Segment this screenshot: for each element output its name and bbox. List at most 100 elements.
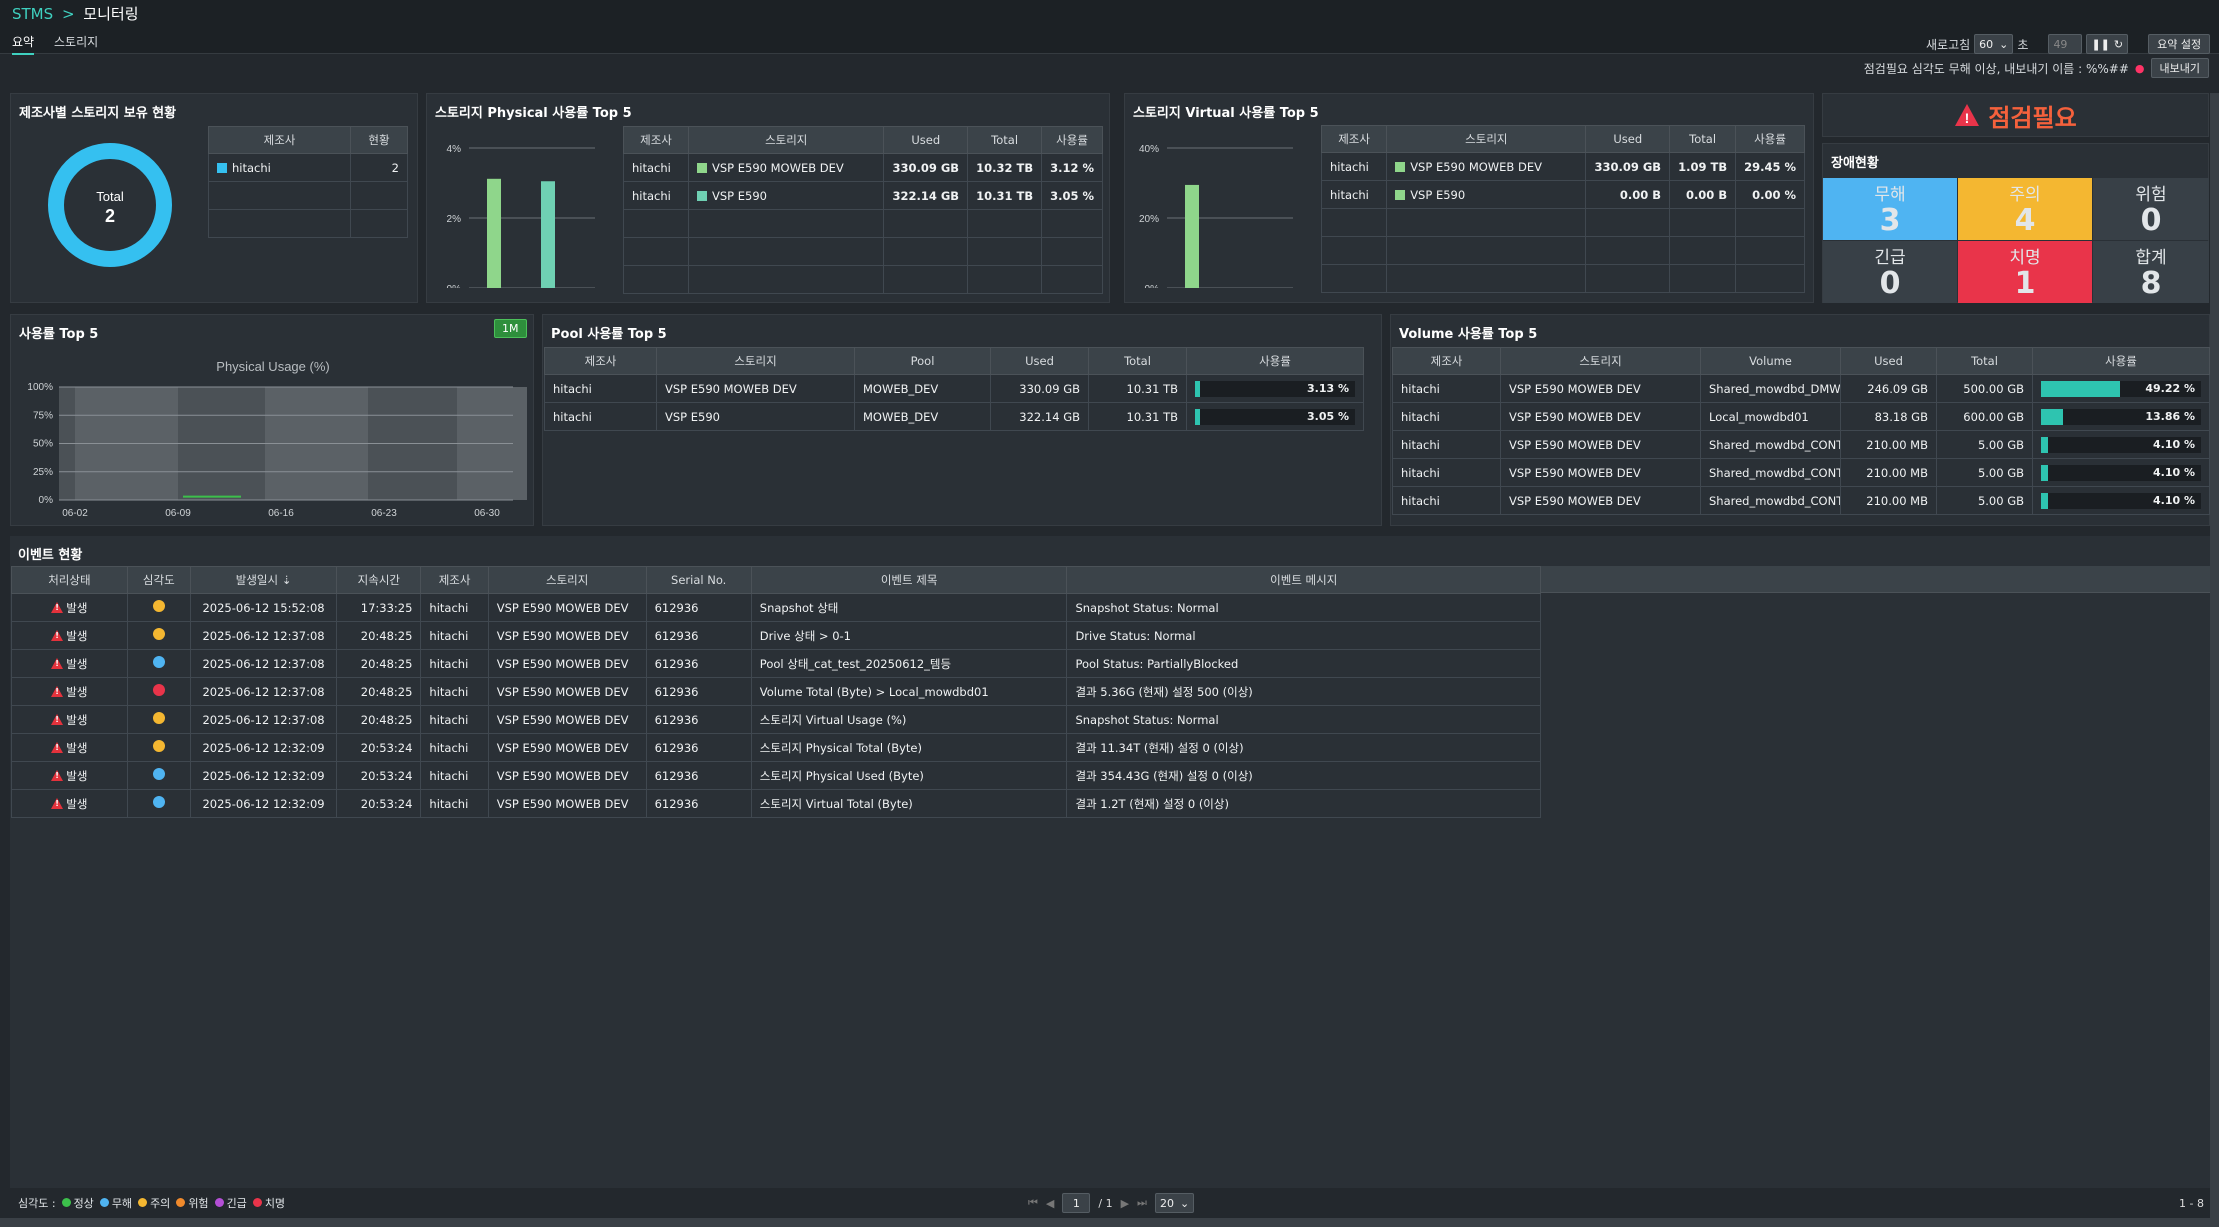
status-cell-urgent[interactable]: 긴급 0 (1823, 241, 1957, 303)
status-cell-total[interactable]: 합계 8 (2093, 241, 2209, 303)
col-total[interactable]: Total (1669, 125, 1737, 153)
table-row[interactable]: 발생 2025-06-12 12:37:0820:48:25hitachiVSP … (11, 649, 1541, 678)
export-button[interactable]: 내보내기 (2150, 58, 2209, 78)
col-vendor[interactable]: 제조사 (208, 126, 351, 154)
col-severity[interactable]: 심각도 (126, 566, 191, 594)
table-row[interactable]: hitachi VSP E590 MOWEB DEV Local_mowdbd01 8… (1392, 402, 2210, 431)
status-count: 0 (2140, 203, 2162, 238)
usage-bar-text: 4.10 % (2153, 437, 2195, 451)
table-row[interactable]: hitachi 2 (208, 153, 408, 182)
table-row[interactable]: hitachi VSP E590 MOWEB DEV MOWEB_DEV 330.09… (544, 374, 1364, 403)
cell-storage: VSP E590 MOWEB DEV (1500, 458, 1701, 487)
table-row[interactable]: 발생 2025-06-12 12:37:0820:48:25hitachiVSP … (11, 677, 1541, 706)
col-storage[interactable]: 스토리지 (1500, 347, 1701, 375)
tab-storage[interactable]: 스토리지 (54, 33, 98, 50)
col-total[interactable]: Total (967, 126, 1043, 154)
col-rate[interactable]: 사용률 (1041, 126, 1103, 154)
status-cell-caution[interactable]: 주의 4 (1958, 178, 2092, 240)
bar-0[interactable] (487, 178, 501, 288)
table-row[interactable]: hitachi VSP E590 MOWEB DEV Shared_mowdbd_C… (1392, 430, 2210, 459)
table-row[interactable]: hitachi VSP E590 MOWEB DEV Shared_mowdbd_C… (1392, 458, 2210, 487)
table-row[interactable]: hitachi VSP E590 MOWEB DEV Shared_mowdbd_D… (1392, 374, 2210, 403)
page-size-select[interactable]: 20 ⌄ (1154, 1193, 1195, 1213)
col-used[interactable]: Used (1840, 347, 1937, 375)
summary-settings-button[interactable]: 요약 설정 (2148, 34, 2211, 54)
vertical-scrollbar[interactable] (2210, 93, 2219, 1218)
col-duration[interactable]: 지속시간 (336, 566, 422, 594)
col-pool[interactable]: Pool (854, 347, 991, 375)
next-page-icon[interactable]: ▶ (1121, 1197, 1129, 1210)
col-total[interactable]: Total (1088, 347, 1187, 375)
table-row[interactable]: 발생 2025-06-12 12:32:0920:53:24hitachiVSP … (11, 761, 1541, 790)
table-row[interactable]: hitachi VSP E590 322.14 GB 10.31 TB 3.05 % (623, 181, 1103, 210)
tab-summary[interactable]: 요약 (12, 33, 35, 55)
col-rate[interactable]: 사용률 (1735, 125, 1805, 153)
bar-1[interactable] (541, 181, 555, 288)
col-vendor[interactable]: 제조사 (420, 566, 489, 594)
col-vendor[interactable]: 제조사 (544, 347, 657, 375)
pause-refresh-button[interactable]: ❚❚ ↻ (2086, 34, 2129, 54)
cell-storage: VSP E590 (1410, 187, 1466, 202)
legend-swatch (1395, 189, 1406, 200)
cell-rate: 13.86 % (2032, 402, 2210, 431)
first-page-icon[interactable]: ⏮ (1028, 1196, 1038, 1210)
col-count[interactable]: 현황 (350, 126, 408, 154)
usage-bar-fill (2041, 408, 2064, 425)
col-message[interactable]: 이벤트 메시지 (1066, 566, 1541, 594)
prev-page-icon[interactable]: ◀ (1046, 1197, 1054, 1210)
col-used[interactable]: Used (883, 126, 969, 154)
table-row[interactable]: 발생 2025-06-12 12:32:0920:53:24hitachiVSP … (11, 789, 1541, 818)
cell-serial: 612936 (645, 677, 752, 706)
status-cell-critical[interactable]: 치명 1 (1958, 241, 2092, 303)
col-state[interactable]: 처리상태 (11, 566, 128, 594)
table-row[interactable]: 발생 2025-06-12 12:37:0820:48:25hitachiVSP … (11, 705, 1541, 734)
col-vendor[interactable]: 제조사 (1392, 347, 1501, 375)
y-tick-label: 0% (1145, 284, 1160, 288)
col-subject[interactable]: 이벤트 제목 (750, 566, 1068, 594)
col-storage[interactable]: 스토리지 (1386, 125, 1587, 153)
cell-vendor: hitachi (544, 402, 657, 431)
donut-slice-hitachi[interactable] (48, 143, 172, 267)
col-serial[interactable]: Serial No. (645, 566, 752, 594)
col-vendor[interactable]: 제조사 (1320, 125, 1388, 153)
table-row[interactable]: hitachi VSP E590 MOWEB_DEV 322.14 GB 10.31 T… (544, 402, 1364, 431)
col-storage[interactable]: 스토리지 (487, 566, 647, 594)
col-storage[interactable]: 스토리지 (656, 347, 855, 375)
page-input[interactable]: 1 (1062, 1193, 1091, 1213)
status-count: 1 (2014, 266, 2036, 301)
cell-storage: VSP E590 MOWEB DEV (711, 160, 844, 175)
cell-total: 5.00 GB (1936, 486, 2033, 515)
panel-title: Pool 사용률 Top 5 (551, 327, 667, 342)
col-storage[interactable]: 스토리지 (687, 126, 885, 154)
cell-storage: VSP E590 MOWEB DEV (487, 621, 647, 650)
usage-bar: 3.13 % (1195, 380, 1355, 397)
period-1m-button[interactable]: 1M (494, 319, 527, 338)
state-text: 발생 (66, 796, 88, 811)
table-row[interactable]: 발생 2025-06-12 15:52:0817:33:25hitachiVSP … (11, 593, 1541, 622)
refresh-interval-select[interactable]: 60 ⌄ (1974, 34, 2014, 54)
table-row[interactable]: hitachi VSP E590 MOWEB DEV Shared_mowdbd_C… (1392, 486, 2210, 515)
status-cell-danger[interactable]: 위험 0 (2093, 178, 2209, 240)
col-used[interactable]: Used (990, 347, 1089, 375)
table-row[interactable]: 발생 2025-06-12 12:37:0820:48:25hitachiVSP … (11, 621, 1541, 650)
bar-0[interactable] (1185, 184, 1199, 288)
col-vendor[interactable]: 제조사 (623, 126, 689, 154)
panel-title: 이벤트 현황 (18, 548, 83, 563)
table-row[interactable]: 발생 2025-06-12 12:32:0920:53:24hitachiVSP … (11, 733, 1541, 762)
col-used[interactable]: Used (1585, 125, 1671, 153)
horizontal-scrollbar[interactable] (0, 1218, 2219, 1227)
col-rate[interactable]: 사용률 (2032, 347, 2210, 375)
col-rate[interactable]: 사용률 (1186, 347, 1364, 375)
cell-vendor: hitachi (1392, 458, 1501, 487)
table-row[interactable]: hitachi VSP E590 MOWEB DEV 330.09 GB 10.32 … (623, 153, 1103, 182)
cell-state: 발생 (11, 705, 128, 734)
col-total[interactable]: Total (1936, 347, 2033, 375)
breadcrumb-app[interactable]: STMS (12, 5, 53, 23)
status-cell-harmless[interactable]: 무해 3 (1823, 178, 1957, 240)
incident-status-panel: 장애현황 무해 3 주의 4 위험 0 긴급 0 치명 1 합계 8 (1822, 143, 2209, 303)
last-page-icon[interactable]: ⏭ (1137, 1196, 1147, 1210)
table-row[interactable]: hitachi VSP E590 MOWEB DEV 330.09 GB 1.09 T… (1320, 152, 1805, 181)
col-time[interactable]: 발생일시 ⇣ (189, 566, 338, 594)
col-volume[interactable]: Volume (1700, 347, 1841, 375)
table-row[interactable]: hitachi VSP E590 0.00 B 0.00 B 0.00 % (1320, 180, 1805, 209)
